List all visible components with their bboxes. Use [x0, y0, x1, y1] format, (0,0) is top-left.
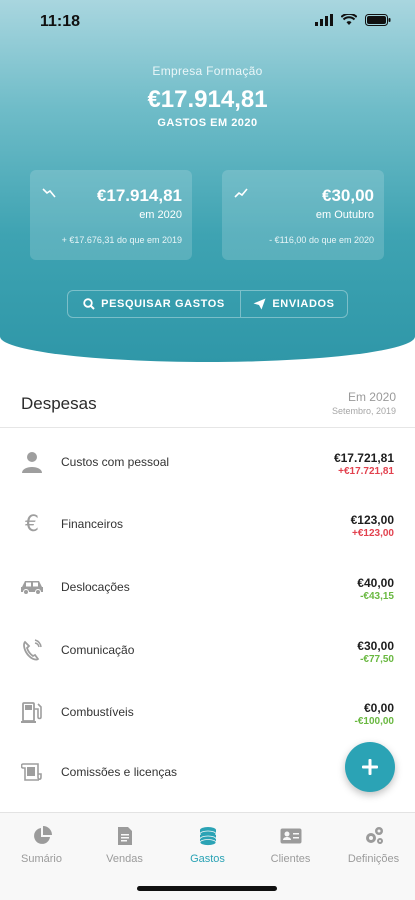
sent-label: ENVIADOS: [272, 298, 335, 310]
paper-plane-icon: [253, 298, 266, 310]
tab-clientes[interactable]: Clientes: [249, 825, 332, 865]
expense-row-combustiveis[interactable]: Combustíveis €0,00 -€100,00: [0, 680, 415, 742]
home-indicator[interactable]: [137, 886, 277, 891]
expense-name: Financeiros: [61, 517, 124, 531]
expense-value: €30,00: [357, 639, 394, 653]
expense-delta: -€77,50: [360, 654, 394, 665]
month-summary-amount: €30,00: [322, 186, 374, 205]
year-summary-period: em 2020: [139, 209, 182, 221]
header-actions: PESQUISAR GASTOS ENVIADOS: [67, 290, 348, 318]
expenses-period-main: Em 2020: [347, 390, 396, 404]
battery-icon: [365, 14, 391, 26]
coins-icon: [166, 825, 249, 847]
tab-label: Sumário: [21, 853, 62, 865]
up-trend-icon: [234, 188, 248, 198]
status-bar: 11:18: [0, 0, 415, 44]
search-icon: [83, 298, 95, 310]
expenses-period-sub: Setembro, 2019: [331, 406, 396, 416]
expense-delta: +€123,00: [352, 528, 394, 539]
expense-value: €40,00: [357, 576, 394, 590]
contact-card-icon: [249, 825, 332, 847]
expense-name: Comunicação: [61, 643, 135, 657]
year-summary-compare: + €17.676,31 do que em 2019: [61, 235, 182, 245]
gears-icon: [332, 825, 415, 847]
expense-value: €123,00: [350, 513, 394, 527]
tab-sumario[interactable]: Sumário: [0, 825, 83, 865]
expense-row-financeiros[interactable]: € Financeiros €123,00 +€123,00: [0, 492, 415, 554]
expense-name: Deslocações: [61, 580, 130, 594]
tab-label: Gastos: [190, 853, 225, 865]
expense-delta: -€43,15: [360, 591, 394, 602]
expense-value: €17.721,81: [333, 451, 394, 465]
status-icons: [315, 14, 391, 26]
expense-row-custos-pessoal[interactable]: Custos com pessoal €17.721,81 +€17.721,8…: [0, 430, 415, 492]
total-expenses-label: GASTOS EM 2020: [157, 117, 258, 129]
search-expenses-button[interactable]: PESQUISAR GASTOS: [68, 291, 241, 317]
expenses-header: Despesas Em 2020 Setembro, 2019: [0, 378, 415, 428]
company-name: Empresa Formação: [152, 64, 263, 78]
add-expense-button[interactable]: [345, 742, 395, 792]
tab-label: Vendas: [106, 853, 143, 865]
plus-icon: [362, 759, 378, 775]
status-time: 11:18: [40, 13, 81, 30]
expense-name: Combustíveis: [61, 705, 134, 719]
expense-value: €0,00: [363, 701, 394, 715]
month-summary-period: em Outubro: [315, 209, 374, 221]
expenses-title: Despesas: [21, 394, 97, 413]
expense-delta: +€17.721,81: [338, 466, 394, 477]
person-icon: [20, 450, 44, 474]
search-expenses-label: PESQUISAR GASTOS: [101, 298, 225, 310]
pie-chart-icon: [0, 825, 83, 847]
euro-icon: €: [25, 511, 39, 537]
expense-delta: -€100,00: [354, 716, 394, 727]
down-trend-icon: [42, 188, 56, 198]
month-summary-card[interactable]: €30,00 em Outubro - €116,00 do que em 20…: [222, 170, 384, 260]
fuel-pump-icon: [20, 700, 44, 724]
wifi-icon: [341, 14, 357, 25]
expense-name: Comissões e licenças: [61, 765, 178, 779]
phone-icon: [20, 638, 44, 662]
expense-name: Custos com pessoal: [61, 455, 170, 469]
signal-icon: [315, 14, 333, 26]
license-icon: [20, 760, 44, 784]
year-summary-amount: €17.914,81: [96, 186, 182, 205]
expense-row-comunicacao[interactable]: Comunicação €30,00 -€77,50: [0, 618, 415, 680]
tab-vendas[interactable]: Vendas: [83, 825, 166, 865]
month-summary-compare: - €116,00 do que em 2020: [269, 235, 374, 245]
tab-label: Clientes: [270, 853, 311, 865]
sent-button[interactable]: ENVIADOS: [241, 291, 347, 317]
header-banner: 11:18 Empresa Formação €17.914,81 GASTOS…: [0, 0, 415, 362]
tab-label: Definições: [347, 853, 400, 865]
tab-gastos[interactable]: Gastos: [166, 825, 249, 865]
car-icon: [20, 575, 44, 599]
expense-row-deslocacoes[interactable]: Deslocações €40,00 -€43,15: [0, 555, 415, 617]
invoice-icon: [83, 825, 166, 847]
tab-definicoes[interactable]: Definições: [332, 825, 415, 865]
year-summary-card[interactable]: €17.914,81 em 2020 + €17.676,31 do que e…: [30, 170, 192, 260]
expenses-period[interactable]: Em 2020 Setembro, 2019: [332, 390, 396, 416]
total-expenses: €17.914,81: [147, 86, 268, 113]
